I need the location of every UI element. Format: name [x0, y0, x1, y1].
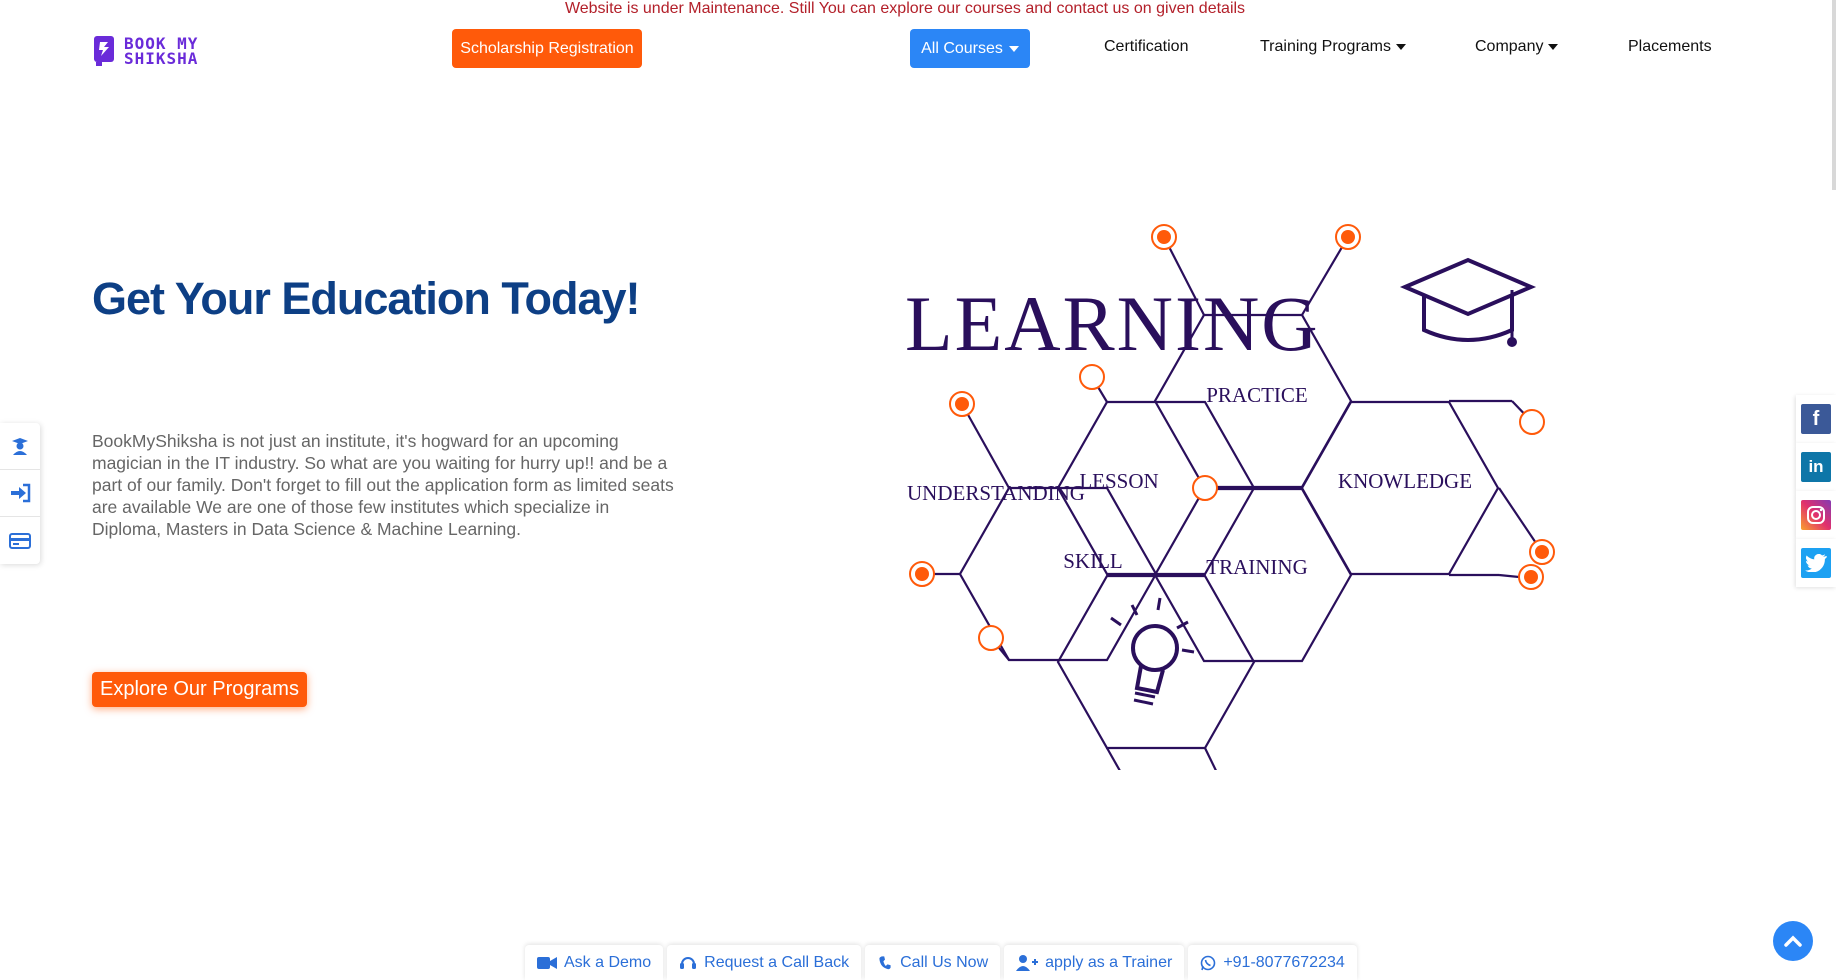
headset-icon — [680, 956, 697, 969]
orange-node — [1192, 475, 1218, 501]
lightbulb-icon — [1110, 597, 1195, 706]
bottom-contact-bar: Ask a Demo Request a Call Back Call Us N… — [525, 945, 1357, 980]
label-lesson: LESSON — [1079, 469, 1158, 493]
call-us-now-button[interactable]: Call Us Now — [865, 945, 1001, 980]
video-camera-icon — [537, 956, 557, 969]
apply-trainer-label: apply as a Trainer — [1045, 953, 1173, 971]
nav-company-label: Company — [1475, 38, 1544, 55]
nav-training-programs[interactable]: Training Programs — [1260, 38, 1407, 56]
logo-line-2: SHIKSHA — [124, 49, 199, 68]
connector-line — [1106, 747, 1121, 770]
instagram-icon — [1801, 500, 1831, 530]
nav-certification[interactable]: Certification — [1104, 38, 1188, 56]
logo[interactable]: BOOK MY SHIKSHA — [92, 34, 198, 68]
login-button[interactable] — [0, 470, 40, 517]
twitter-icon — [1801, 548, 1831, 578]
orange-node-core — [1535, 545, 1549, 559]
linkedin-link[interactable]: in — [1796, 443, 1836, 491]
label-practice: PRACTICE — [1206, 383, 1308, 407]
facebook-link[interactable]: f — [1796, 395, 1836, 443]
orange-node — [1079, 364, 1105, 390]
all-courses-button[interactable]: All Courses — [910, 29, 1030, 68]
phone-volume-icon — [879, 955, 891, 969]
label-knowledge: KNOWLEDGE — [1338, 469, 1472, 493]
apply-trainer-button[interactable]: apply as a Trainer — [1004, 945, 1185, 980]
caret-down-icon — [1548, 44, 1559, 50]
page-scrollbar[interactable] — [1832, 0, 1836, 190]
orange-node-core — [1341, 230, 1355, 244]
connector-line — [961, 403, 1010, 489]
chevron-up-icon — [1784, 935, 1802, 947]
whatsapp-number: +91-8077672234 — [1223, 953, 1345, 971]
linkedin-icon: in — [1801, 452, 1831, 482]
nav-certification-label: Certification — [1104, 38, 1189, 55]
student-icon — [12, 438, 28, 455]
social-sidebar: f in — [1796, 395, 1836, 587]
whatsapp-icon — [1201, 955, 1216, 970]
nav-company[interactable]: Company — [1475, 38, 1559, 56]
instagram-link[interactable] — [1796, 491, 1836, 539]
orange-node — [1519, 409, 1545, 435]
orange-node-core — [955, 397, 969, 411]
bookmyshiksha-logo-icon — [94, 36, 114, 66]
request-callback-label: Request a Call Back — [704, 953, 850, 971]
scholarship-registration-button[interactable]: Scholarship Registration — [452, 29, 642, 68]
whatsapp-button[interactable]: +91-8077672234 — [1188, 945, 1357, 980]
student-button[interactable] — [0, 423, 40, 470]
label-training: TRAINING — [1206, 555, 1307, 579]
call-us-now-label: Call Us Now — [900, 953, 989, 971]
facebook-icon: f — [1801, 404, 1831, 434]
caret-down-icon — [1396, 44, 1407, 50]
nav-placements-label: Placements — [1628, 38, 1712, 55]
left-quick-toolbar — [0, 423, 40, 564]
maintenance-banner: Website is under Maintenance. Still You … — [564, 0, 1246, 17]
label-understanding: UNDERSTANDING — [907, 481, 1085, 505]
payment-button[interactable] — [0, 517, 40, 564]
connector-line — [1204, 747, 1217, 770]
caret-down-icon — [1008, 45, 1019, 52]
hero-description: BookMyShiksha is not just an institute, … — [92, 431, 674, 539]
connector-line — [1498, 573, 1520, 579]
back-to-top-button[interactable] — [1773, 921, 1813, 961]
nav-training-label: Training Programs — [1260, 38, 1392, 55]
learning-hexagon-art: LEARNING PRACTICE LESSON KNOWLEDGE UNDER… — [905, 210, 1745, 770]
label-skill: SKILL — [1063, 549, 1123, 573]
ask-demo-label: Ask a Demo — [564, 953, 652, 971]
orange-node-core — [915, 567, 929, 581]
payment-card-icon — [9, 532, 31, 549]
graduation-cap-icon — [1399, 257, 1537, 347]
all-courses-label: All Courses — [921, 39, 1003, 57]
orange-node — [978, 625, 1004, 651]
ask-demo-button[interactable]: Ask a Demo — [525, 945, 664, 980]
login-icon — [11, 483, 31, 503]
hero-title: Get Your Education Today! — [92, 273, 641, 324]
explore-programs-button[interactable]: Explore Our Programs — [92, 672, 307, 707]
user-plus-icon — [1016, 954, 1039, 971]
illustration-heading: LEARNING — [905, 280, 1320, 367]
twitter-link[interactable] — [1796, 539, 1836, 587]
orange-node-core — [1524, 570, 1538, 584]
orange-node-core — [1157, 230, 1171, 244]
nav-placements[interactable]: Placements — [1628, 38, 1712, 56]
request-callback-button[interactable]: Request a Call Back — [667, 945, 862, 980]
